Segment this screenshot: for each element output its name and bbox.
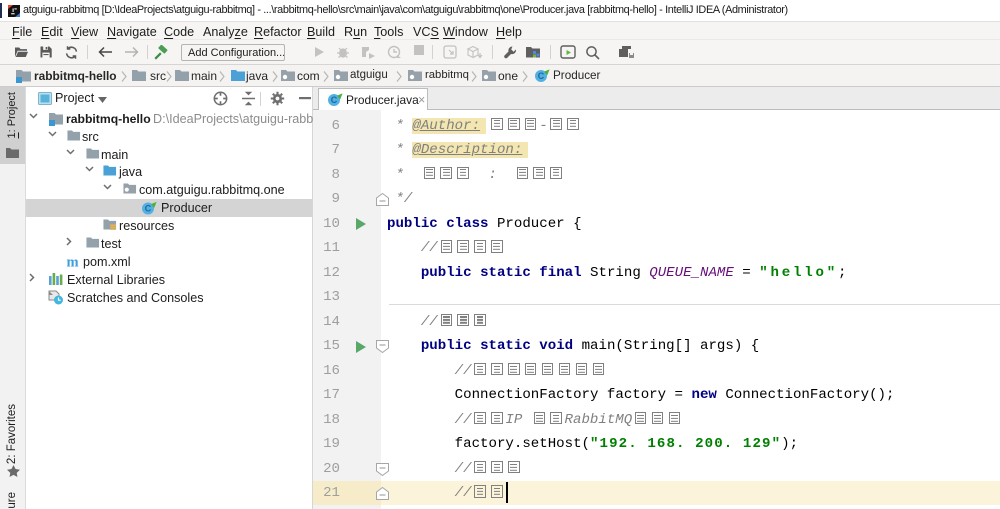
svg-text:C: C xyxy=(331,95,338,105)
svg-text:C: C xyxy=(538,71,545,81)
svg-text:C: C xyxy=(145,204,152,214)
svg-text:m: m xyxy=(67,255,79,270)
